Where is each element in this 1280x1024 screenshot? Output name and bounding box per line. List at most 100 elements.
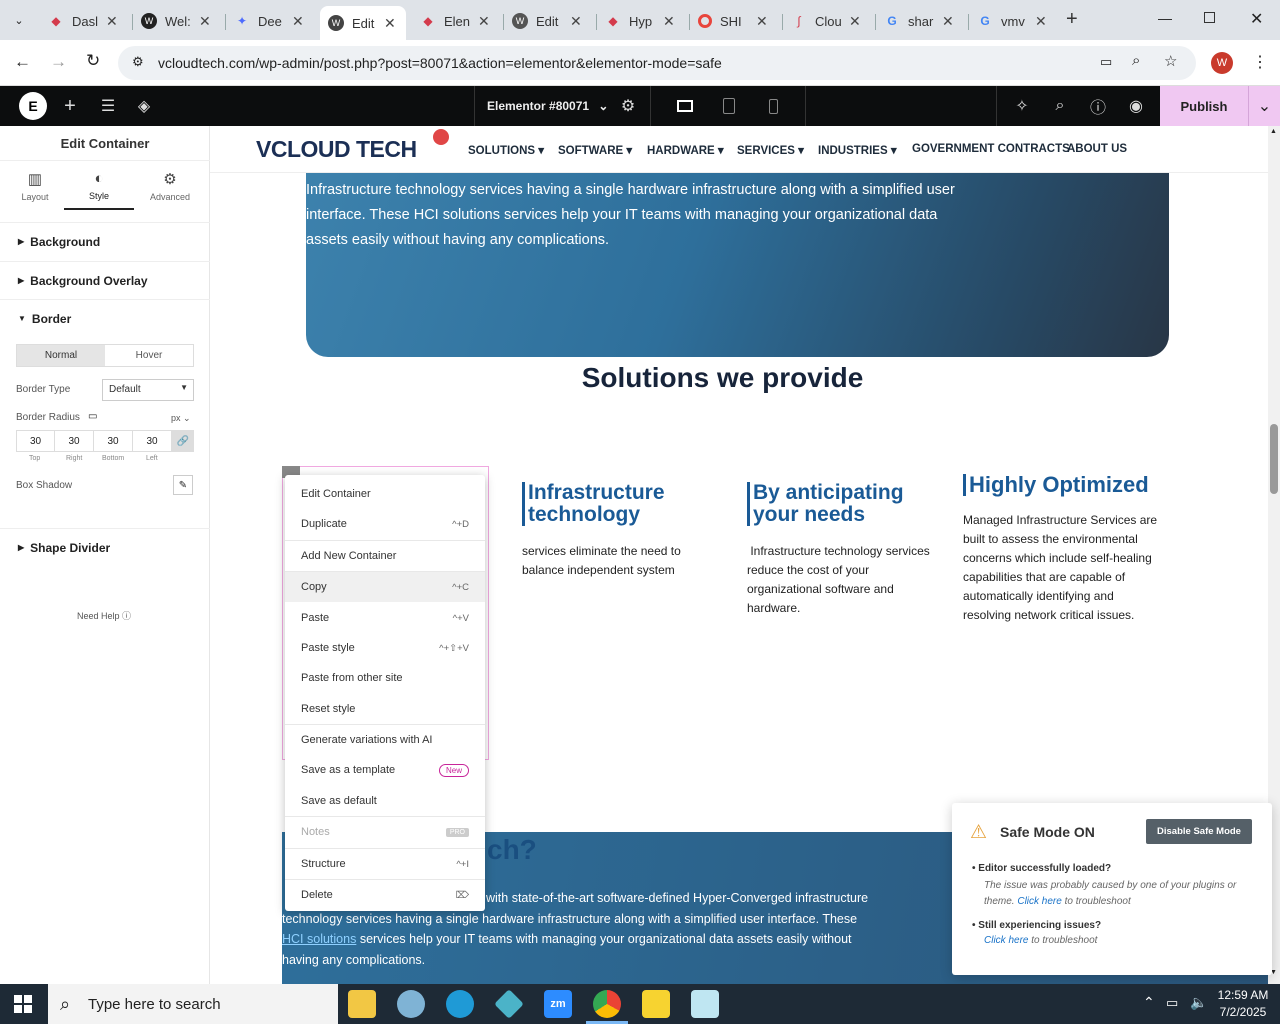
publish-options-chevron-icon[interactable]: ⌄ — [1248, 86, 1280, 126]
zoom-app-icon[interactable]: zm — [544, 990, 572, 1018]
snipping-tool-icon[interactable] — [397, 990, 425, 1018]
tab-layout[interactable]: ▥ Layout — [0, 170, 70, 210]
desktop-responsive-icon[interactable]: ▭ — [88, 411, 97, 422]
search-icon[interactable]: ⌕ — [1050, 86, 1070, 126]
scrollbar-thumb[interactable] — [1270, 424, 1278, 494]
close-icon[interactable]: ✕ — [1035, 13, 1047, 30]
close-icon[interactable]: ✕ — [942, 13, 954, 30]
tablet-view-icon[interactable] — [720, 86, 738, 126]
menu-generate-variations-ai[interactable]: Generate variations with AI — [285, 725, 485, 755]
browser-tab[interactable]: W Wel: ✕ — [141, 6, 221, 36]
close-icon[interactable]: ✕ — [663, 13, 675, 30]
menu-edit-container[interactable]: Edit Container — [285, 479, 485, 509]
menu-delete[interactable]: Delete ⌦ — [285, 880, 485, 910]
hci-solutions-link[interactable]: HCI solutions — [282, 932, 356, 946]
link-values-icon[interactable]: 🔗 — [172, 430, 194, 452]
hover-tab[interactable]: Hover — [105, 345, 193, 366]
add-element-icon[interactable]: + — [58, 86, 82, 126]
browser-tab[interactable]: SHI ✕ — [698, 6, 778, 36]
browser-tab[interactable]: ◆ Dasl ✕ — [48, 6, 128, 36]
site-settings-icon[interactable]: ⚙ — [132, 54, 144, 70]
tray-chevron-up-icon[interactable]: ⌃ — [1143, 994, 1155, 1011]
close-icon[interactable]: ✕ — [292, 13, 304, 30]
new-tab-plus-icon[interactable]: + — [1066, 8, 1078, 31]
menu-reset-style[interactable]: Reset style — [285, 694, 485, 724]
zoom-icon[interactable]: ⌕ — [1132, 52, 1140, 69]
restore-icon[interactable] — [1204, 12, 1215, 23]
page-settings-gear-icon[interactable]: ⚙ — [616, 86, 640, 126]
browser-tab[interactable]: ✦ Dee ✕ — [234, 6, 314, 36]
publish-button[interactable]: Publish — [1160, 86, 1248, 126]
browser-tab[interactable]: ◆ Elen ✕ — [420, 6, 500, 36]
document-title[interactable]: Elementor #80071 ⌄ — [487, 99, 608, 113]
nav-solutions[interactable]: SOLUTIONS ▾ — [468, 143, 544, 157]
click-here-link[interactable]: Click here — [984, 935, 1028, 946]
camera-blocked-icon[interactable]: ▭ — [1100, 54, 1112, 70]
menu-duplicate[interactable]: Duplicate ^+D — [285, 509, 485, 539]
radius-right-input[interactable]: 30 — [55, 430, 94, 452]
preview-eye-icon[interactable]: ◉ — [1126, 86, 1146, 126]
nav-about-us[interactable]: ABOUT US — [1067, 143, 1127, 155]
help-icon[interactable]: ⓘ — [1088, 86, 1108, 126]
click-here-link[interactable]: Click here — [1017, 896, 1061, 907]
browser-tab[interactable]: Gvmv ✕ — [977, 6, 1057, 36]
minimize-icon[interactable]: — — [1158, 10, 1172, 26]
menu-notes[interactable]: Notes PRO — [285, 817, 485, 847]
volume-icon[interactable]: 🔈 — [1190, 994, 1207, 1011]
radius-left-input[interactable]: 30 — [133, 430, 172, 452]
nav-software[interactable]: SOFTWARE ▾ — [558, 143, 632, 157]
close-icon[interactable]: ✕ — [106, 13, 118, 30]
app-glass-icon[interactable] — [691, 990, 719, 1018]
radius-top-input[interactable]: 30 — [16, 430, 55, 452]
windows-start-icon[interactable] — [14, 995, 32, 1013]
close-window-icon[interactable]: ✕ — [1250, 9, 1263, 29]
clock[interactable]: 12:59 AM 7/2/2025 — [1214, 987, 1272, 1021]
disable-safe-mode-button[interactable]: Disable Safe Mode — [1146, 819, 1252, 844]
menu-dots-icon[interactable]: ⋮ — [1252, 52, 1268, 72]
nav-industries[interactable]: INDUSTRIES ▾ — [818, 143, 897, 157]
close-icon[interactable]: ✕ — [849, 13, 861, 30]
section-background[interactable]: ▶ Background — [0, 222, 210, 260]
nav-government-contracts[interactable]: GOVERNMENT CONTRACTS — [912, 143, 1070, 155]
menu-save-as-template[interactable]: Save as a template New — [285, 755, 485, 785]
edge-browser-icon[interactable] — [446, 990, 474, 1018]
desktop-view-icon[interactable] — [674, 86, 696, 126]
close-icon[interactable]: ✕ — [478, 13, 490, 30]
app-diamond-icon[interactable] — [494, 989, 524, 1019]
close-icon[interactable]: ✕ — [756, 13, 768, 30]
normal-tab[interactable]: Normal — [17, 345, 105, 366]
chrome-icon[interactable] — [593, 990, 621, 1018]
section-border[interactable]: ▼ Border — [0, 299, 210, 337]
address-bar[interactable]: ⚙ vcloudtech.com/wp-admin/post.php?post=… — [118, 46, 1196, 80]
tab-advanced[interactable]: ⚙ Advanced — [135, 170, 205, 210]
menu-paste[interactable]: Paste ^+V — [285, 603, 485, 633]
site-logo[interactable]: VCLOUD TECH — [256, 136, 417, 163]
close-icon[interactable]: ✕ — [570, 13, 582, 30]
browser-tab[interactable]: W Edit ✕ — [512, 6, 592, 36]
sticky-notes-icon[interactable] — [642, 990, 670, 1018]
menu-paste-from-other-site[interactable]: Paste from other site — [285, 663, 485, 693]
menu-add-new-container[interactable]: Add New Container — [285, 541, 485, 571]
browser-tab[interactable]: Gshar ✕ — [884, 6, 964, 36]
tab-search-button[interactable]: ⌄ — [8, 9, 30, 31]
profile-avatar[interactable]: W — [1211, 52, 1233, 74]
site-settings-sliders-icon[interactable]: ☰ — [96, 86, 120, 126]
unit-select[interactable]: px ⌄ — [171, 413, 191, 424]
tab-style[interactable]: ◐ Style — [64, 170, 134, 210]
taskbar-search-input[interactable]: ⌕ Type here to search — [48, 984, 338, 1024]
file-explorer-icon[interactable] — [348, 990, 376, 1018]
close-icon[interactable]: ✕ — [199, 13, 211, 30]
reload-icon[interactable]: ↻ — [86, 51, 100, 71]
elementor-logo-icon[interactable]: E — [18, 86, 48, 126]
menu-copy[interactable]: Copy ^+C — [285, 572, 485, 602]
box-shadow-edit-pencil-icon[interactable]: ✎ — [173, 475, 193, 495]
radius-bottom-input[interactable]: 30 — [94, 430, 133, 452]
nav-hardware[interactable]: HARDWARE ▾ — [647, 143, 724, 157]
back-arrow-icon[interactable]: ← — [14, 52, 31, 72]
menu-paste-style[interactable]: Paste style ^+⇧+V — [285, 633, 485, 663]
section-background-overlay[interactable]: ▶ Background Overlay — [0, 261, 210, 299]
structure-layers-icon[interactable]: ◈ — [132, 86, 156, 126]
bookmark-star-icon[interactable]: ☆ — [1164, 52, 1177, 70]
browser-tab[interactable]: ◆ Hyp ✕ — [605, 6, 685, 36]
scroll-up-arrow-icon[interactable]: ▲ — [1270, 128, 1277, 135]
